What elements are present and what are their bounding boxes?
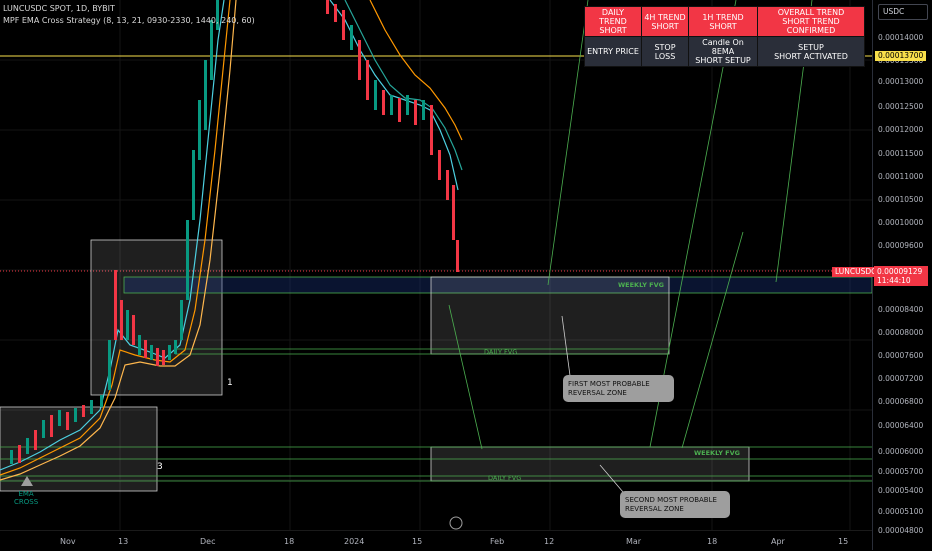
price-tick-label: 0.00008000	[878, 328, 924, 337]
strategy-legend: MPF EMA Cross Strategy (8, 13, 21, 0930-…	[3, 16, 255, 25]
price-tick-label: 0.00007200	[878, 374, 924, 383]
price-tick-label: 0.00008400	[878, 305, 924, 314]
time-tick-label: 13	[118, 537, 129, 546]
weekly-fvg-label-2: WEEKLY FVG	[694, 449, 740, 457]
time-tick-label: Dec	[200, 537, 216, 546]
box-1-label: 1	[227, 378, 233, 388]
time-tick-label: Feb	[490, 537, 505, 546]
price-tick-label: 0.00005700	[878, 467, 924, 476]
time-tick-label: 15	[838, 537, 849, 546]
weekly-fvg-label-1: WEEKLY FVG	[618, 281, 664, 289]
trend-table-header-row: DAILY TREND SHORT 4H TREND SHORT 1H TREN…	[584, 6, 865, 37]
price-tick-label: 0.00010500	[878, 195, 924, 204]
trend-cell: 1H TREND SHORT	[688, 6, 758, 37]
level-price-tag[interactable]: 0.00013700	[875, 51, 927, 61]
last-price-value: 0.00009129	[877, 267, 923, 276]
price-tick-label: 0.00012000	[878, 125, 924, 134]
lightning-icon[interactable]	[449, 516, 463, 530]
trend-cell: Candle On 8EMA SHORT SETUP	[688, 36, 758, 67]
price-tick-label: 0.00009600	[878, 241, 924, 250]
trend-cell: OVERALL TREND SHORT TREND CONFIRMED	[757, 6, 865, 37]
chart-legend: LUNCUSDC SPOT, 1D, BYBIT MPF EMA Cross S…	[3, 3, 255, 27]
symbol-legend: LUNCUSDC SPOT, 1D, BYBIT	[3, 4, 115, 13]
trend-cell: 4H TREND SHORT	[641, 6, 689, 37]
time-tick-label: 18	[284, 537, 295, 546]
price-tick-label: 0.00005400	[878, 486, 924, 495]
daily-fvg-label-2: DAILY FVG	[488, 474, 522, 482]
price-tick-label: 0.00014000	[878, 33, 924, 42]
trend-cell: SETUP SHORT ACTIVATED	[757, 36, 865, 67]
countdown-value: 11:44:10	[877, 276, 911, 285]
ema-mid-line	[0, 0, 231, 476]
price-tick-label: 0.00006800	[878, 397, 924, 406]
price-chart[interactable]	[0, 0, 932, 550]
last-price-tag[interactable]: 0.00009129 11:44:10	[874, 266, 928, 286]
note2-text: SECOND MOST PROBABLE REVERSAL ZONE	[625, 496, 717, 513]
ema-mid-line-right	[344, 0, 463, 171]
price-tick-label: 0.00007600	[878, 351, 924, 360]
trend-cell: ENTRY PRICE	[584, 36, 642, 67]
trend-cell: STOP LOSS	[641, 36, 689, 67]
symbol-price-tag[interactable]: LUNCUSDC	[832, 267, 880, 277]
time-tick-label: 18	[707, 537, 718, 546]
time-tick-label: Mar	[626, 537, 642, 546]
ema-cross-label: EMA CROSS	[14, 490, 39, 506]
note1-text: FIRST MOST PROBABLE REVERSAL ZONE	[568, 380, 650, 397]
price-tick-label: 0.00011000	[878, 172, 924, 181]
price-tick-label: 0.00005100	[878, 507, 924, 516]
price-tick-label: 0.00006000	[878, 447, 924, 456]
currency-selector[interactable]: USDC	[878, 4, 928, 20]
trend-cell: DAILY TREND SHORT	[584, 6, 642, 37]
price-tick-label: 0.00006400	[878, 421, 924, 430]
daily-fvg-label-1: DAILY FVG	[484, 348, 518, 356]
candles	[10, 0, 459, 464]
trend-table: DAILY TREND SHORT 4H TREND SHORT 1H TREN…	[584, 6, 865, 67]
box-3-label: 3	[157, 462, 163, 472]
price-tick-label: 0.00013000	[878, 77, 924, 86]
price-tick-label: 0.00011500	[878, 149, 924, 158]
time-tick-label: Apr	[771, 537, 785, 546]
time-tick-label: Nov	[60, 537, 76, 546]
time-tick-label: 12	[544, 537, 555, 546]
time-tick-label: 2024	[344, 537, 365, 546]
trend-table-body-row: ENTRY PRICE STOP LOSS Candle On 8EMA SHO…	[584, 36, 865, 67]
time-axis[interactable]	[0, 530, 872, 551]
price-tick-label: 0.00012500	[878, 102, 924, 111]
price-tick-label: 0.00010000	[878, 218, 924, 227]
time-tick-label: 15	[412, 537, 423, 546]
price-tick-label: 0.00004800	[878, 526, 924, 535]
ema-fast-line	[0, 0, 225, 471]
zone-box-3[interactable]	[0, 406, 158, 492]
